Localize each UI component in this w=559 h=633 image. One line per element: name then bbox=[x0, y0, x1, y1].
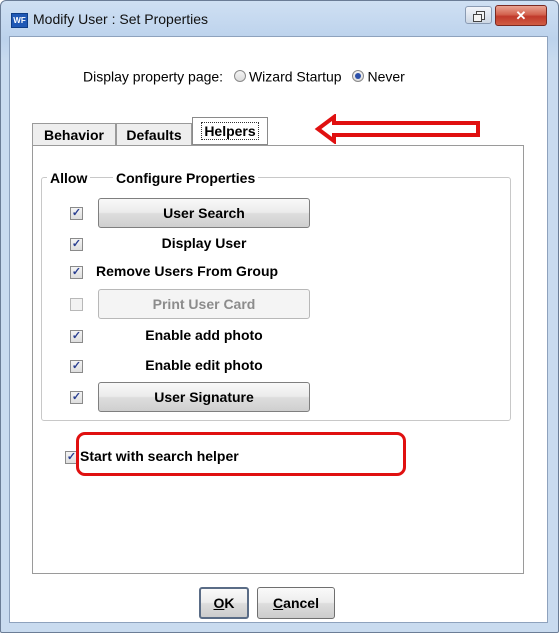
configure-properties-header: Configure Properties bbox=[113, 170, 259, 186]
enable-add-photo-label: Enable add photo bbox=[145, 327, 263, 343]
radio-never[interactable] bbox=[352, 70, 365, 83]
tab-defaults[interactable]: Defaults bbox=[116, 123, 192, 145]
checkbox-user-search[interactable]: ✓ bbox=[70, 207, 83, 220]
restore-button[interactable] bbox=[465, 6, 492, 24]
tab-helpers-label: Helpers bbox=[201, 122, 259, 140]
checkbox-user-signature[interactable]: ✓ bbox=[70, 391, 83, 404]
allow-header: Allow bbox=[47, 170, 91, 186]
radio-never-label[interactable]: Never bbox=[367, 68, 404, 84]
dialog-client-area: Display property page: Wizard Startup Ne… bbox=[9, 36, 548, 623]
remove-users-from-group-label: Remove Users From Group bbox=[96, 263, 279, 279]
cancel-label-rest: ancel bbox=[283, 595, 319, 611]
cancel-button[interactable]: Cancel bbox=[257, 587, 335, 619]
checkbox-remove-users-from-group[interactable]: ✓ bbox=[70, 266, 83, 279]
ok-label-rest: K bbox=[224, 595, 235, 611]
checkbox-enable-add-photo[interactable]: ✓ bbox=[70, 330, 83, 343]
print-user-card-button: Print User Card bbox=[98, 289, 310, 319]
annotation-arrow-icon bbox=[314, 114, 480, 144]
restore-icon-back bbox=[473, 14, 482, 22]
enable-edit-photo-label: Enable edit photo bbox=[145, 357, 263, 373]
display-user-label: Display User bbox=[161, 235, 247, 251]
tab-helpers[interactable]: Helpers bbox=[192, 117, 268, 145]
close-icon: ✕ bbox=[515, 8, 527, 23]
user-signature-button[interactable]: User Signature bbox=[98, 382, 310, 412]
checkbox-print-user-card[interactable]: ✓ bbox=[70, 298, 83, 311]
cancel-mnemonic: C bbox=[273, 595, 284, 611]
tab-behavior[interactable]: Behavior bbox=[32, 123, 116, 145]
radio-wizard-startup[interactable] bbox=[233, 70, 246, 83]
display-property-row: Display property page: Wizard Startup Ne… bbox=[83, 67, 405, 84]
user-search-button[interactable]: User Search bbox=[98, 198, 310, 228]
app-icon: WF bbox=[11, 13, 28, 28]
annotation-highlight-box bbox=[76, 432, 406, 476]
checkbox-display-user[interactable]: ✓ bbox=[70, 238, 83, 251]
window-title: Modify User : Set Properties bbox=[33, 11, 209, 27]
ok-mnemonic: O bbox=[213, 595, 225, 611]
dialog-window: WF Modify User : Set Properties ✕ Displa… bbox=[0, 0, 559, 633]
close-button[interactable]: ✕ bbox=[495, 5, 547, 26]
checkbox-enable-edit-photo[interactable]: ✓ bbox=[70, 360, 83, 373]
helpers-tab-panel: Allow Configure Properties ✓ User Search… bbox=[32, 145, 524, 574]
ok-button[interactable]: OK bbox=[199, 587, 249, 619]
display-property-label: Display property page: bbox=[83, 68, 224, 85]
radio-wizard-startup-label[interactable]: Wizard Startup bbox=[249, 68, 342, 84]
title-bar[interactable]: WF Modify User : Set Properties ✕ bbox=[1, 1, 558, 35]
